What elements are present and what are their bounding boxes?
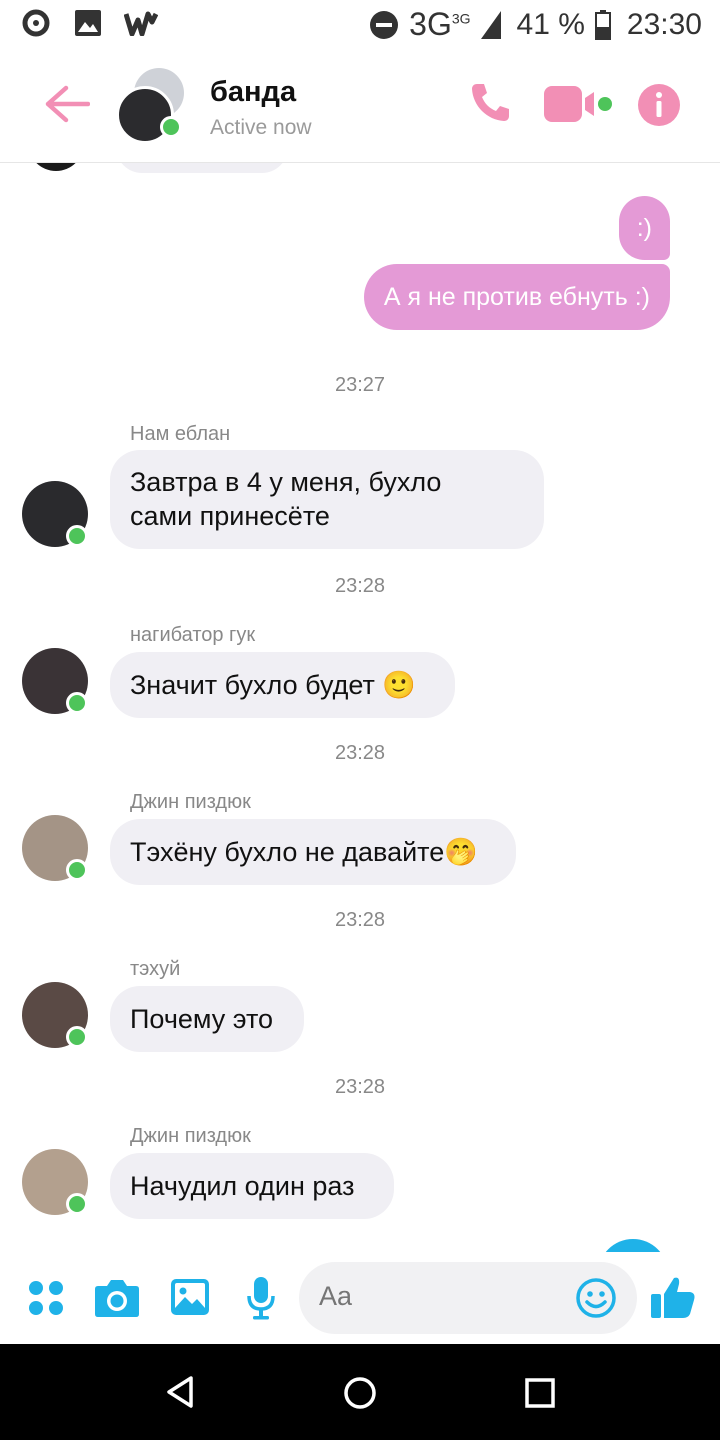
timestamp: 23:27 — [334, 374, 386, 396]
back-arrow-icon[interactable] — [44, 84, 90, 124]
timestamp: 23:28 — [334, 575, 386, 597]
sender-avatar[interactable] — [22, 1149, 88, 1215]
outgoing-message[interactable]: :) — [618, 196, 670, 260]
sender-avatar[interactable] — [22, 648, 88, 714]
image-icon — [75, 10, 101, 36]
online-indicator — [66, 692, 88, 714]
conversation-header: банда Active now — [0, 50, 720, 163]
network-type: 3G3G — [409, 6, 471, 42]
wattpad-icon — [124, 11, 158, 36]
sender-name: Джин пиздюк — [130, 1125, 251, 1147]
online-indicator — [160, 116, 182, 138]
message-list[interactable]: :) А я не против ебнуть :) 23:27 Нам ебл… — [0, 163, 720, 1253]
signal-icon — [480, 10, 501, 39]
gallery-icon[interactable] — [170, 1278, 210, 1316]
video-call-icon[interactable] — [544, 86, 614, 122]
message-input-container — [299, 1262, 637, 1334]
sender-name: тэхуй — [130, 958, 181, 980]
message-input[interactable] — [317, 1280, 561, 1313]
composer-bar — [0, 1252, 720, 1344]
microphone-icon[interactable] — [246, 1276, 276, 1320]
outgoing-message[interactable]: А я не против ебнуть :) — [363, 264, 670, 330]
incoming-message[interactable]: Значит бухло будет 🙂 — [110, 652, 455, 718]
sender-avatar[interactable] — [22, 815, 88, 881]
timestamp: 23:28 — [334, 742, 386, 764]
camera-icon[interactable] — [94, 1278, 140, 1318]
phone-icon[interactable] — [468, 80, 512, 124]
sender-name: Джин пиздюк — [130, 791, 251, 813]
incoming-message[interactable]: Почему это — [110, 986, 304, 1052]
android-nav-bar — [0, 1344, 720, 1440]
online-indicator — [66, 1193, 88, 1215]
online-indicator — [66, 859, 88, 881]
partial-bubble — [116, 163, 288, 173]
sender-name: нагибатор гук — [130, 624, 256, 646]
info-icon[interactable] — [638, 84, 680, 126]
timestamp: 23:28 — [334, 909, 386, 931]
incoming-message[interactable]: Завтра в 4 у меня, бухло сами принесёте — [110, 450, 544, 549]
group-avatar[interactable] — [116, 68, 188, 144]
clock: 23:30 — [626, 7, 702, 41]
active-status: Active now — [210, 116, 312, 139]
battery-percent: 41 % — [516, 7, 585, 41]
emoji-icon[interactable] — [575, 1277, 617, 1319]
typing-bubble-partial — [598, 1239, 668, 1253]
sender-name: Нам еблан — [130, 423, 231, 445]
online-indicator — [66, 525, 88, 547]
notification-icon — [22, 9, 50, 37]
back-icon[interactable] — [166, 1376, 194, 1408]
sender-avatar[interactable] — [22, 982, 88, 1048]
battery-icon — [594, 9, 611, 40]
sender-avatar[interactable] — [22, 481, 88, 547]
online-indicator — [66, 1026, 88, 1048]
partial-avatar — [28, 163, 84, 171]
incoming-message[interactable]: Тэхёну бухло не давайте🤭 — [110, 819, 516, 885]
dnd-icon — [370, 10, 399, 39]
incoming-message[interactable]: Начудил один раз — [110, 1153, 394, 1219]
timestamp: 23:28 — [334, 1076, 386, 1098]
status-bar: 3G3G 41 % 23:30 — [0, 0, 720, 50]
apps-grid-icon[interactable] — [28, 1280, 64, 1316]
chat-title[interactable]: банда — [210, 76, 296, 109]
like-thumb-icon[interactable] — [650, 1274, 696, 1320]
recents-icon[interactable] — [525, 1378, 555, 1408]
home-icon[interactable] — [343, 1376, 377, 1410]
